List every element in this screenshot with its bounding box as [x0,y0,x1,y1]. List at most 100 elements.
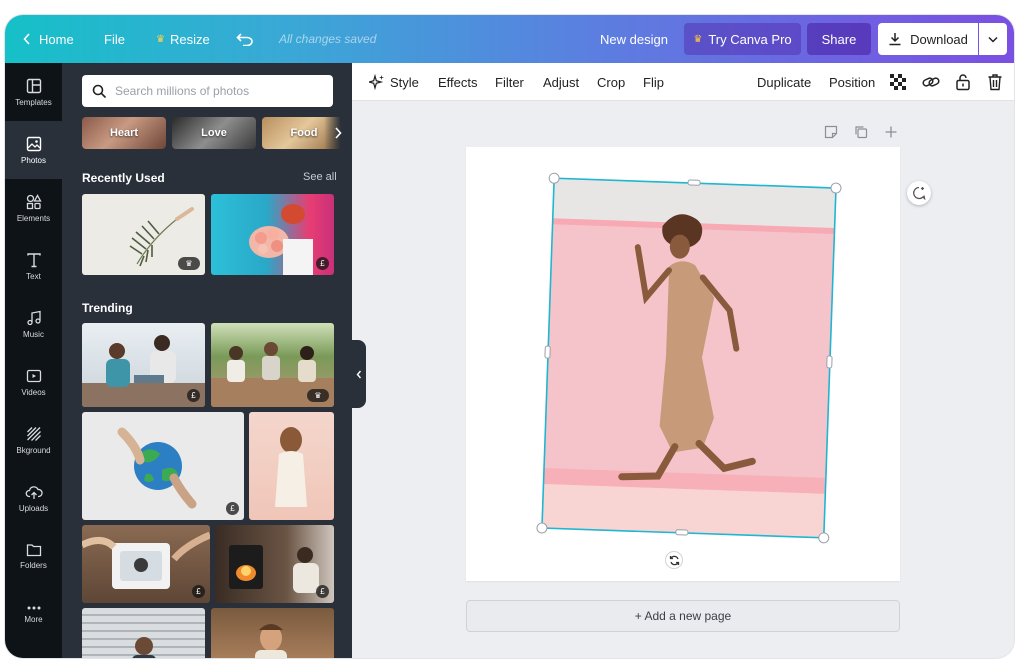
link-icon [922,77,940,87]
rail-item-folders[interactable]: Folders [5,527,62,585]
file-menu[interactable]: File [104,15,125,63]
rail-item-text[interactable]: Text [5,237,62,295]
chevron-left-icon [23,33,30,45]
photo-blinds-man[interactable] [82,608,205,658]
design-name-label: New design [600,31,668,47]
effects-button[interactable]: Effects [438,63,478,101]
rail-label: More [24,614,43,624]
chip-heart[interactable]: Heart [82,117,166,149]
crop-button[interactable]: Crop [597,63,625,101]
chip-love[interactable]: Love [172,117,256,149]
rail-item-elements[interactable]: Elements [5,179,62,237]
search-input[interactable]: Search millions of photos [82,75,333,107]
resize-button[interactable]: ♛ Resize [156,15,210,63]
comment-add-icon [913,186,926,200]
filter-button[interactable]: Filter [495,63,524,101]
undo-button[interactable] [236,15,254,63]
try-canva-pro-button[interactable]: ♛ Try Canva Pro [684,23,801,55]
rail-label: Text [26,271,41,281]
chip-label: Love [201,127,227,139]
blinds-illustration [132,637,156,658]
videos-icon [26,369,41,382]
chevron-right-icon [335,127,342,139]
search-placeholder: Search millions of photos [115,84,250,98]
rail-label: Templates [15,97,52,107]
trash-icon [988,74,1002,91]
collapse-panel-button[interactable] [352,340,366,408]
duplicate-button[interactable]: Duplicate [757,63,811,101]
add-page-label: + Add a new page [634,609,732,623]
rail-item-more[interactable]: More [5,585,62,643]
chips-next-button[interactable] [324,117,352,149]
paid-badge: £ [226,502,239,515]
crown-icon: ♛ [156,33,165,45]
note-icon[interactable] [824,125,838,139]
side-rail: Templates Photos Elements Text Music Vid… [5,63,62,658]
transparency-button[interactable] [890,63,906,101]
sparkle-icon [369,74,384,90]
copy-page-icon[interactable] [854,125,868,139]
paid-badge: £ [192,585,205,598]
filter-label: Filter [495,74,524,90]
share-button[interactable]: Share [807,23,871,55]
home-button[interactable]: Home [23,15,74,63]
transparency-icon [890,74,906,90]
rail-label: Elements [16,213,51,223]
paid-badge: £ [316,585,329,598]
uploads-icon [25,485,43,499]
style-button[interactable]: Style [369,63,419,101]
rail-item-templates[interactable]: Templates [5,63,62,121]
photo-friends-table[interactable]: ♛ [211,323,334,407]
photo-fireplace[interactable]: £ [215,525,334,603]
chip-label: Food [290,127,318,139]
position-button[interactable]: Position [829,63,875,101]
add-page-icon[interactable] [884,125,898,139]
rotate-icon [669,555,679,565]
position-label: Position [829,74,876,90]
rail-item-music[interactable]: Music [5,295,62,353]
rail-label: Photos [21,155,46,165]
effects-label: Effects [438,74,478,90]
link-button[interactable] [922,63,940,101]
comment-button[interactable] [907,181,931,205]
top-bar: Home File ♛ Resize All changes saved New… [5,15,1014,63]
photo-woman-pink[interactable] [249,412,334,520]
design-page[interactable] [466,147,900,581]
elements-icon [26,193,42,209]
paid-badge: £ [316,257,329,270]
photo-palm-leaf[interactable]: ♛ [82,194,205,275]
flip-button[interactable]: Flip [643,63,664,101]
adjust-label: Adjust [543,74,580,90]
rail-item-background[interactable]: Bkground [5,411,62,469]
adjust-button[interactable]: Adjust [543,63,579,101]
see-all-link[interactable]: See all [303,171,337,183]
rotate-handle[interactable] [665,551,683,569]
photo-globe-hands[interactable]: £ [82,412,244,520]
design-name[interactable]: New design [600,15,668,63]
lock-button[interactable] [955,63,971,101]
delete-button[interactable] [987,63,1003,101]
app-window: Home File ♛ Resize All changes saved New… [5,15,1014,658]
save-status: All changes saved [279,32,377,46]
chip-label: Heart [109,127,139,139]
photo-cooking-men[interactable]: £ [82,323,205,407]
add-new-page-button[interactable]: + Add a new page [466,600,900,632]
photo-flowers[interactable]: £ [211,194,334,275]
download-options-button[interactable] [979,23,1007,55]
rail-label: Bkground [16,445,51,455]
home-label: Home [39,31,74,47]
rail-label: Videos [21,387,46,397]
download-button[interactable]: Download [878,23,978,55]
photo-kitchen-sink[interactable]: £ [82,525,210,603]
trending-title: Trending [82,301,133,315]
more-icon [27,606,40,609]
download-icon [889,33,901,46]
woman-pink-illustration [275,427,307,507]
photo-smiling-man[interactable] [211,608,334,658]
pro-badge: ♛ [307,389,329,402]
rail-item-photos[interactable]: Photos [5,121,62,179]
rail-item-uploads[interactable]: Uploads [5,469,62,527]
paid-badge: £ [187,389,200,402]
rail-item-videos[interactable]: Videos [5,353,62,411]
search-icon [92,84,107,98]
